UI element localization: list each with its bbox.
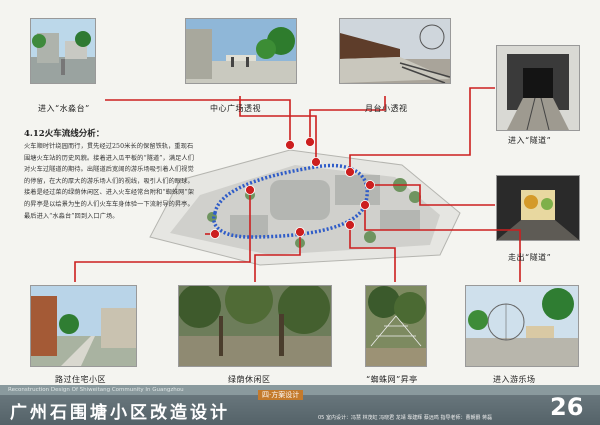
- caption-exit-tunnel: 走出“隧道”: [508, 253, 552, 262]
- caption-greenery: 绿荫休闲区: [228, 375, 271, 384]
- analysis-title: 4.12火车流线分析：: [24, 129, 105, 139]
- footer-credits: 05 室内设计：冯慧 林茂虹 冯晓君 龙靖 靠建辉 蔡远鸣 指导老师：曹朝爵 蒋…: [318, 415, 493, 421]
- caption-central-plaza: 中心广场透视: [210, 104, 261, 113]
- section-badge: 四·方案设计: [258, 390, 304, 400]
- caption-spider-gallery: “蜘蛛网”昇亭: [366, 375, 418, 384]
- footer-title: 广州石围塘小区改造设计: [10, 403, 230, 423]
- analysis-body: 火车顺时针绕园而行，贯先经过250米长的保留铁轨，重现石围塘火车站的历史风貌。接…: [24, 143, 194, 220]
- caption-playground: 进入游乐场: [493, 375, 536, 384]
- caption-residential: 路过住宅小区: [55, 375, 106, 384]
- footer-english-title: Reconstruction Design Of Shiweitang Comm…: [8, 387, 184, 393]
- page-number: 26: [550, 393, 584, 421]
- caption-platform: 月台小透视: [365, 104, 408, 113]
- caption-enter-tunnel: 进入“隧道”: [508, 136, 552, 145]
- caption-shuimiaotai: 进入“水淼台”: [38, 104, 90, 113]
